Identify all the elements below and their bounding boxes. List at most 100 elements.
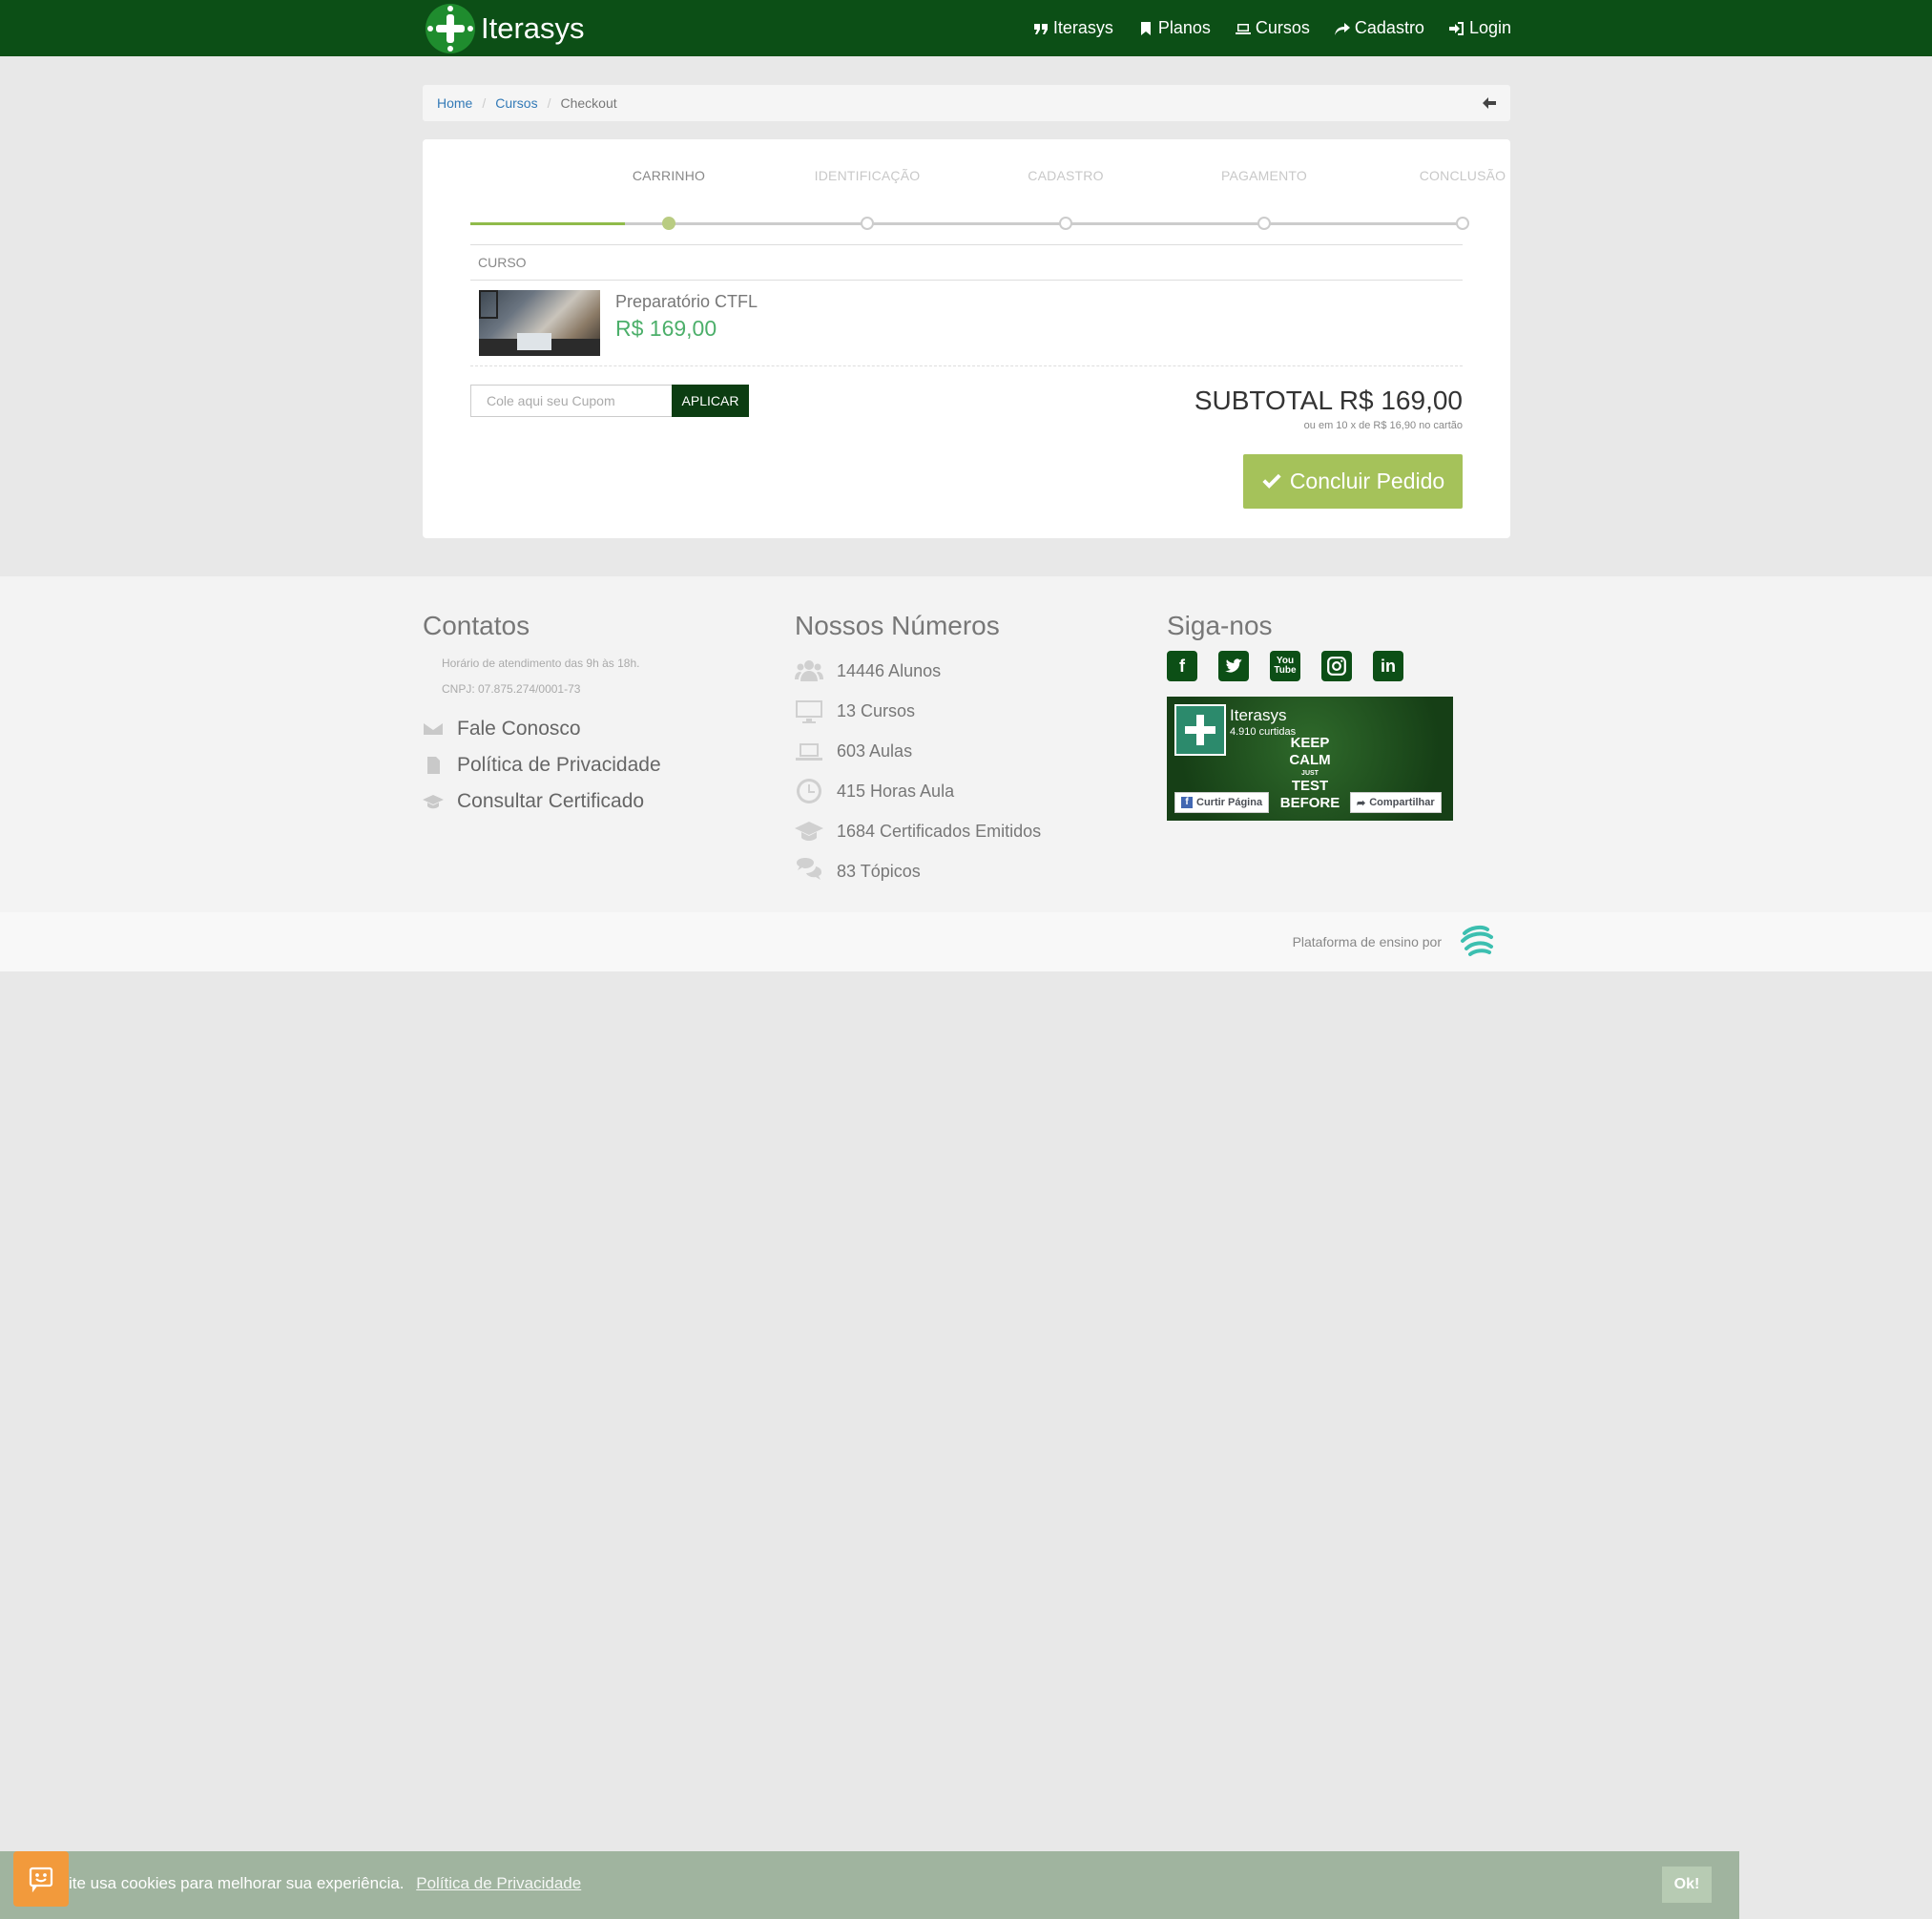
cookie-banner: ite usa cookies para melhorar sua experi…	[0, 1851, 1739, 1919]
graduation-cap-icon	[795, 822, 823, 841]
nav-item-label: Login	[1468, 18, 1511, 37]
brand-name: Iterasys	[481, 11, 585, 45]
stat-label: 1684 Certificados Emitidos	[837, 821, 1042, 841]
back-arrow-icon[interactable]	[1482, 95, 1497, 111]
step-dot	[861, 217, 874, 230]
brand-link[interactable]: Iterasys	[426, 4, 585, 53]
envelope-icon	[424, 723, 443, 735]
footer-contacts: Contatos Horário de atendimento das 9h à…	[423, 611, 785, 813]
facebook-icon: f	[1181, 797, 1193, 808]
step-identificacao: IDENTIFICAÇÃO	[791, 166, 944, 230]
conclude-order-label: Concluir Pedido	[1289, 469, 1445, 493]
breadcrumb: Home / Cursos / Checkout	[423, 85, 1510, 121]
clock-icon	[797, 779, 822, 803]
sign-in-icon	[1448, 21, 1464, 35]
breadcrumb-current: Checkout	[560, 95, 617, 111]
facebook-icon[interactable]: f	[1167, 651, 1197, 681]
breadcrumb-courses[interactable]: Cursos	[495, 95, 537, 111]
fb-share-button[interactable]: ➦ Compartilhar	[1350, 792, 1442, 813]
nav-item-cadastro[interactable]: Cadastro	[1334, 18, 1424, 38]
nav-item-login[interactable]: Login	[1448, 18, 1511, 38]
platform-logo-icon[interactable]	[1457, 922, 1497, 962]
step-label: PAGAMENTO	[1221, 168, 1307, 183]
nav-item-label: Iterasys	[1052, 18, 1113, 37]
laptop-icon	[796, 743, 822, 761]
nav-item-cursos[interactable]: Cursos	[1235, 18, 1310, 38]
platform-credit: Plataforma de ensino por	[0, 912, 1932, 971]
fb-cover-keep-calm: KEEP CALM JUST TEST BEFORE	[1279, 723, 1340, 812]
contact-link-label: Consultar Certificado	[457, 790, 645, 812]
apply-coupon-button[interactable]: APLICAR	[672, 385, 749, 417]
fb-page-avatar	[1174, 704, 1226, 756]
footer: Contatos Horário de atendimento das 9h à…	[0, 576, 1932, 912]
step-dot	[1257, 217, 1271, 230]
numbers-title: Nossos Números	[795, 611, 1000, 640]
nav-item-planos[interactable]: Planos	[1138, 18, 1211, 38]
contact-us-link[interactable]: Fale Conosco	[423, 718, 785, 740]
stat-hours: 415 Horas Aula	[795, 771, 1157, 811]
desktop-icon	[796, 700, 822, 723]
course-name[interactable]: Preparatório CTFL	[615, 292, 758, 312]
laptop-icon	[1235, 23, 1251, 34]
footer-numbers: Nossos Números 14446 Alunos 13 Cursos 60…	[795, 611, 1157, 891]
breadcrumb-home[interactable]: Home	[437, 95, 472, 111]
twitter-icon[interactable]	[1218, 651, 1249, 681]
users-icon	[795, 660, 823, 681]
cover-text: KEEP	[1290, 735, 1330, 751]
installments-info: ou em 10 x de R$ 16,90 no cartão	[1303, 420, 1463, 431]
cookie-text: ite usa cookies para melhorar sua experi…	[69, 1874, 405, 1892]
conclude-order-button[interactable]: Concluir Pedido	[1243, 454, 1463, 509]
youtube-icon[interactable]: You Tube	[1270, 651, 1300, 681]
nav-item-label: Cursos	[1255, 18, 1310, 37]
nav-item-label: Planos	[1157, 18, 1211, 37]
cookie-ok-button[interactable]: Ok!	[1662, 1867, 1712, 1903]
cart-table-header: CURSO	[470, 244, 1463, 281]
privacy-policy-link[interactable]: Política de Privacidade	[423, 754, 785, 777]
nav-item-label: Cadastro	[1354, 18, 1424, 37]
cover-text: BEFORE	[1279, 795, 1340, 811]
cover-text: JUST	[1301, 770, 1319, 777]
fb-share-label: Compartilhar	[1369, 797, 1435, 808]
contact-link-label: Política de Privacidade	[457, 754, 661, 776]
breadcrumb-separator: /	[547, 95, 551, 111]
document-icon	[427, 757, 440, 774]
instagram-icon[interactable]	[1321, 651, 1352, 681]
fb-page-name[interactable]: Iterasys	[1230, 706, 1287, 725]
fb-like-page-button[interactable]: f Curtir Página	[1174, 792, 1270, 813]
chat-widget-button[interactable]	[13, 1851, 69, 1907]
checkout-card: CARRINHO IDENTIFICAÇÃO CADASTRO PAGAMENT…	[423, 139, 1510, 538]
service-hours: Horário de atendimento das 9h às 18h.	[442, 657, 640, 670]
chat-icon	[29, 1867, 53, 1892]
contacts-title: Contatos	[423, 611, 530, 640]
stat-label: 14446 Alunos	[837, 660, 942, 680]
check-icon	[1262, 473, 1281, 489]
fb-like-label: Curtir Página	[1196, 797, 1263, 808]
social-icons: f You Tube in	[1167, 651, 1510, 681]
brand-logo-icon	[426, 4, 475, 53]
stat-courses: 13 Cursos	[795, 691, 1157, 731]
step-dot	[1456, 217, 1469, 230]
step-label: CONCLUSÃO	[1419, 168, 1506, 183]
coupon-input[interactable]	[470, 385, 673, 417]
course-price: R$ 169,00	[615, 316, 717, 341]
step-dot	[662, 217, 675, 230]
footer-social: Siga-nos f You Tube in Iterasys 4.910 cur…	[1167, 611, 1510, 821]
step-dot	[1059, 217, 1072, 230]
contact-link-label: Fale Conosco	[457, 718, 581, 740]
course-thumbnail[interactable]	[479, 290, 600, 356]
facebook-page-widget[interactable]: Iterasys 4.910 curtidas KEEP CALM JUST T…	[1167, 697, 1453, 821]
cover-text: TEST	[1291, 778, 1329, 794]
nav-item-iterasys[interactable]: Iterasys	[1033, 18, 1113, 38]
share-arrow-icon	[1334, 22, 1350, 35]
cookie-privacy-link[interactable]: Política de Privacidade	[416, 1874, 581, 1892]
breadcrumb-separator: /	[482, 95, 487, 111]
comments-icon	[797, 858, 821, 880]
platform-text: Plataforma de ensino por	[1292, 934, 1442, 949]
stat-label: 13 Cursos	[837, 700, 916, 720]
steps-track-progress	[470, 222, 625, 225]
step-cadastro: CADASTRO	[989, 166, 1142, 230]
certificate-link[interactable]: Consultar Certificado	[423, 790, 785, 813]
graduation-cap-icon	[423, 795, 444, 809]
step-label: IDENTIFICAÇÃO	[814, 168, 921, 183]
linkedin-icon[interactable]: in	[1373, 651, 1403, 681]
